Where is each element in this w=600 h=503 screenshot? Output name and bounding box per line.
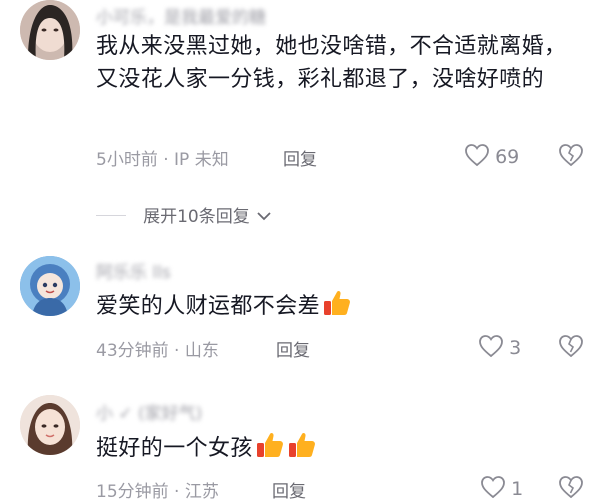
like-button[interactable]: 69 xyxy=(464,143,519,168)
avatar-cartoon-icon xyxy=(20,256,80,316)
comment-text: 爱笑的人财运都不会差 xyxy=(96,288,576,323)
timestamp: 43分钟前 xyxy=(96,341,169,361)
avatar[interactable] xyxy=(20,395,80,455)
dislike-button[interactable] xyxy=(558,334,584,362)
broken-heart-icon xyxy=(559,144,583,167)
timestamp: 5小时前 xyxy=(96,150,158,170)
location: 江苏 xyxy=(184,482,219,502)
meta-separator: · xyxy=(174,341,180,361)
thumbs-up-icon xyxy=(288,432,315,457)
meta-separator: · xyxy=(163,150,169,170)
username[interactable]: 小 ✓ (家好气) xyxy=(96,399,202,424)
comment-meta: 43分钟前 · 山东 xyxy=(96,336,219,361)
dislike-button[interactable] xyxy=(558,475,584,503)
avatar-photo-icon xyxy=(20,395,80,455)
broken-heart-icon xyxy=(559,476,583,499)
heart-icon xyxy=(479,335,503,358)
reply-button[interactable]: 回复 xyxy=(276,336,310,361)
location: 山东 xyxy=(184,341,219,361)
avatar[interactable] xyxy=(20,256,80,316)
like-count: 1 xyxy=(511,478,524,500)
expand-replies-label: 展开10条回复 xyxy=(143,207,250,227)
like-count: 69 xyxy=(495,146,520,168)
expand-replies[interactable]: 展开10条回复 xyxy=(96,202,271,227)
comment-text-content: 挺好的一个女孩 xyxy=(96,436,253,461)
thumbs-up-icon xyxy=(324,290,350,315)
comment-text: 挺好的一个女孩 xyxy=(96,430,576,465)
like-button[interactable]: 1 xyxy=(480,475,523,500)
reply-button[interactable]: 回复 xyxy=(272,477,306,502)
location: IP 未知 xyxy=(174,150,229,170)
like-count: 3 xyxy=(509,337,522,359)
username[interactable]: 阿乐乐 lls xyxy=(96,258,171,283)
dislike-button[interactable] xyxy=(558,143,584,171)
heart-icon xyxy=(481,476,505,499)
username[interactable]: 小可乐，是我最爱的糖 xyxy=(96,3,266,28)
broken-heart-icon xyxy=(559,335,583,358)
divider xyxy=(96,215,126,216)
comment-text-content: 爱笑的人财运都不会差 xyxy=(96,294,321,319)
like-button[interactable]: 3 xyxy=(478,334,521,359)
comment-meta: 5小时前 · IP 未知 xyxy=(96,145,229,170)
meta-separator: · xyxy=(174,482,180,502)
timestamp: 15分钟前 xyxy=(96,482,169,502)
chevron-down-icon xyxy=(257,212,271,221)
comment-meta: 15分钟前 · 江苏 xyxy=(96,477,219,502)
comment-text: 我从来没黑过她，她也没啥错，不合适就离婚，又没花人家一分钱，彩礼都退了，没啥好喷… xyxy=(96,34,567,92)
reply-button[interactable]: 回复 xyxy=(283,145,317,170)
heart-icon xyxy=(465,144,489,167)
thumbs-up-icon xyxy=(256,432,283,457)
avatar-photo-icon xyxy=(20,0,80,60)
avatar[interactable] xyxy=(20,0,80,60)
